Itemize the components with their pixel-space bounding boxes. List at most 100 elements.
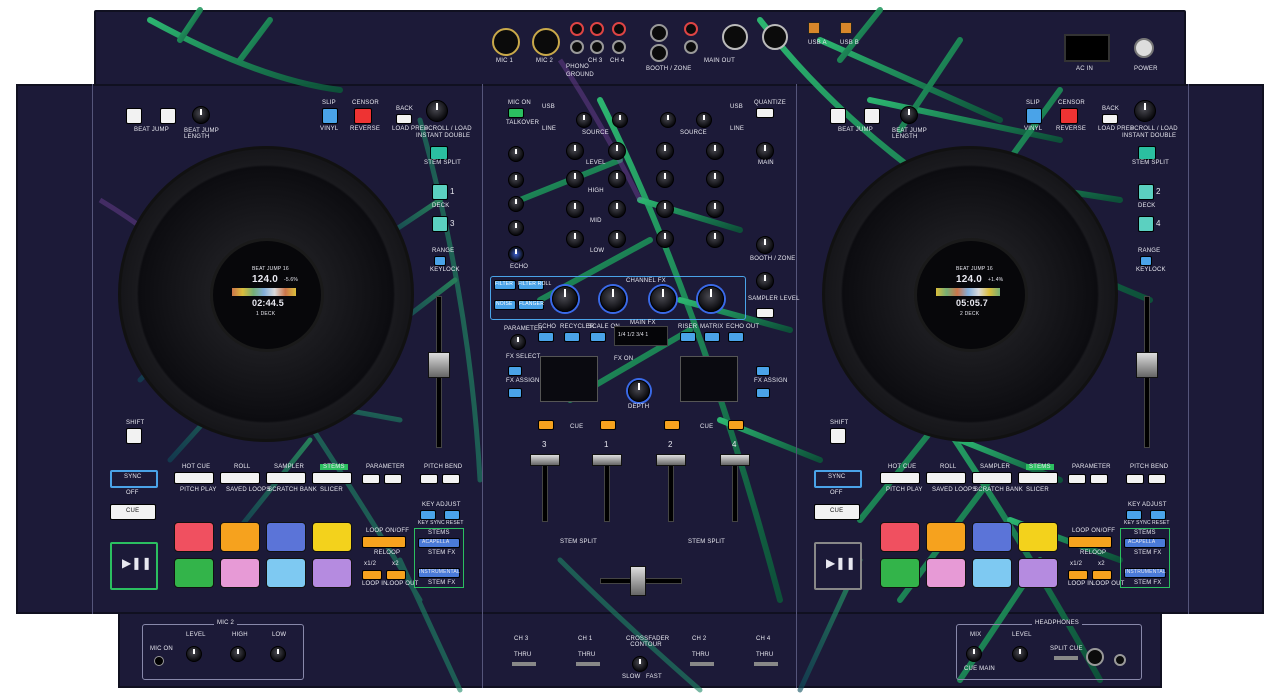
booth-jack-2[interactable]: [650, 44, 668, 62]
pitch-bend-down-right[interactable]: [1126, 474, 1144, 484]
pad-2-right[interactable]: [926, 522, 966, 552]
cue-button-ch1[interactable]: [600, 420, 616, 430]
ch3-level-knob[interactable]: [566, 142, 584, 160]
cue-button-ch3[interactable]: [538, 420, 554, 430]
thru-switch-ch2[interactable]: [690, 662, 714, 666]
pitch-bend-down-left[interactable]: [420, 474, 438, 484]
ch1-mid-knob[interactable]: [608, 200, 626, 218]
reset-button-left[interactable]: [444, 510, 460, 520]
beat-jump-back-button-right[interactable]: [830, 108, 846, 124]
parameter-right-button-right[interactable]: [1090, 474, 1108, 484]
fx-assign-ch2-right[interactable]: [756, 366, 770, 376]
scroll-load-knob[interactable]: [426, 100, 448, 122]
mode-stems-left[interactable]: [312, 472, 352, 484]
booth-jack-1[interactable]: [650, 24, 668, 42]
deck-4-button[interactable]: [1138, 216, 1154, 232]
deck-1-button[interactable]: [432, 184, 448, 200]
sampler-button[interactable]: [756, 308, 774, 318]
fx-recycler-button[interactable]: [564, 332, 580, 342]
ch3-fader[interactable]: [530, 454, 560, 466]
pitch-fader-right[interactable]: [1136, 352, 1158, 378]
crossfader-contour-knob[interactable]: [632, 656, 648, 672]
usb-a-port[interactable]: [808, 22, 820, 34]
mode-roll-right[interactable]: [926, 472, 966, 484]
quantize-button[interactable]: [756, 108, 774, 118]
mic-low-knob[interactable]: [508, 220, 524, 236]
mic-level-knob[interactable]: [508, 146, 524, 162]
ch1-fader[interactable]: [592, 454, 622, 466]
pad-6-right[interactable]: [926, 558, 966, 588]
fx-echo-out-button[interactable]: [728, 332, 744, 342]
slip-button[interactable]: [322, 108, 338, 124]
censor-button-right[interactable]: [1060, 108, 1078, 124]
ch4-rca-white[interactable]: [612, 40, 626, 54]
pad-7-left[interactable]: [266, 558, 306, 588]
booth-level-knob[interactable]: [756, 236, 774, 254]
pad-4-right[interactable]: [1018, 522, 1058, 552]
parameter-right-button[interactable]: [384, 474, 402, 484]
beat-jump-length-knob-right[interactable]: [900, 106, 918, 124]
fx-riser-button[interactable]: [680, 332, 696, 342]
mode-hot-cue-right[interactable]: [880, 472, 920, 484]
hp-mix-knob[interactable]: [966, 646, 982, 662]
mic-mid-knob[interactable]: [508, 196, 524, 212]
loop-out-button-left[interactable]: [386, 570, 406, 580]
channel-fx-knob-ch1[interactable]: [600, 286, 626, 312]
main-out-rca-red[interactable]: [684, 22, 698, 36]
mode-stems-right[interactable]: [1018, 472, 1058, 484]
ch1-high-knob[interactable]: [608, 170, 626, 188]
channel-fx-knob-ch3[interactable]: [552, 286, 578, 312]
mic-high-knob[interactable]: [508, 172, 524, 188]
parameter-left-button-right[interactable]: [1068, 474, 1086, 484]
shift-button-right[interactable]: [830, 428, 846, 444]
source-knob-ch2[interactable]: [612, 112, 628, 128]
ch2-mid-knob[interactable]: [656, 200, 674, 218]
loop-in-button-left[interactable]: [362, 570, 382, 580]
mic2-high-knob[interactable]: [230, 646, 246, 662]
ch4-mid-knob[interactable]: [706, 200, 724, 218]
beat-jump-forward-button[interactable]: [160, 108, 176, 124]
mic1-input-jack[interactable]: [492, 28, 520, 56]
channel-fx-knob-ch4[interactable]: [698, 286, 724, 312]
loop-in-button-right[interactable]: [1068, 570, 1088, 580]
pad-3-right[interactable]: [972, 522, 1012, 552]
pad-3-left[interactable]: [266, 522, 306, 552]
phono-rca-red[interactable]: [570, 22, 584, 36]
ch2-low-knob[interactable]: [656, 230, 674, 248]
fx-scale-on-button[interactable]: [590, 332, 606, 342]
ch2-level-knob[interactable]: [656, 142, 674, 160]
deck-2-button[interactable]: [1138, 184, 1154, 200]
headphones-mini-jack[interactable]: [1114, 654, 1126, 666]
split-cue-switch[interactable]: [1054, 656, 1078, 660]
reset-button-right[interactable]: [1150, 510, 1166, 520]
loop-onoff-button-left[interactable]: [362, 536, 406, 548]
ch1-low-knob[interactable]: [608, 230, 626, 248]
loop-onoff-button-right[interactable]: [1068, 536, 1112, 548]
mic-on-button[interactable]: [508, 108, 524, 118]
thru-switch-ch1[interactable]: [576, 662, 600, 666]
mode-roll-left[interactable]: [220, 472, 260, 484]
key-sync-button-right[interactable]: [1126, 510, 1142, 520]
keylock-button[interactable]: [434, 256, 446, 266]
crossfader[interactable]: [630, 566, 646, 596]
main-level-knob[interactable]: [756, 142, 774, 160]
pad-8-right[interactable]: [1018, 558, 1058, 588]
usb-b-port[interactable]: [840, 22, 852, 34]
ch4-fader[interactable]: [720, 454, 750, 466]
pad-1-right[interactable]: [880, 522, 920, 552]
beat-jump-back-button[interactable]: [126, 108, 142, 124]
key-sync-button-left[interactable]: [420, 510, 436, 520]
loop-out-button-right[interactable]: [1092, 570, 1112, 580]
main-out-xlr-r[interactable]: [762, 24, 788, 50]
sampler-level-knob[interactable]: [756, 272, 774, 290]
scroll-load-knob-right[interactable]: [1134, 100, 1156, 122]
mic2-on-switch[interactable]: [154, 656, 164, 666]
fx-depth-knob[interactable]: [628, 380, 650, 402]
hp-level-knob[interactable]: [1012, 646, 1028, 662]
ch4-level-knob[interactable]: [706, 142, 724, 160]
pitch-bend-up-right[interactable]: [1148, 474, 1166, 484]
mic2-level-knob[interactable]: [186, 646, 202, 662]
fx-assign-ch1-left[interactable]: [508, 366, 522, 376]
back-button[interactable]: [396, 114, 412, 124]
slip-button-right[interactable]: [1026, 108, 1042, 124]
